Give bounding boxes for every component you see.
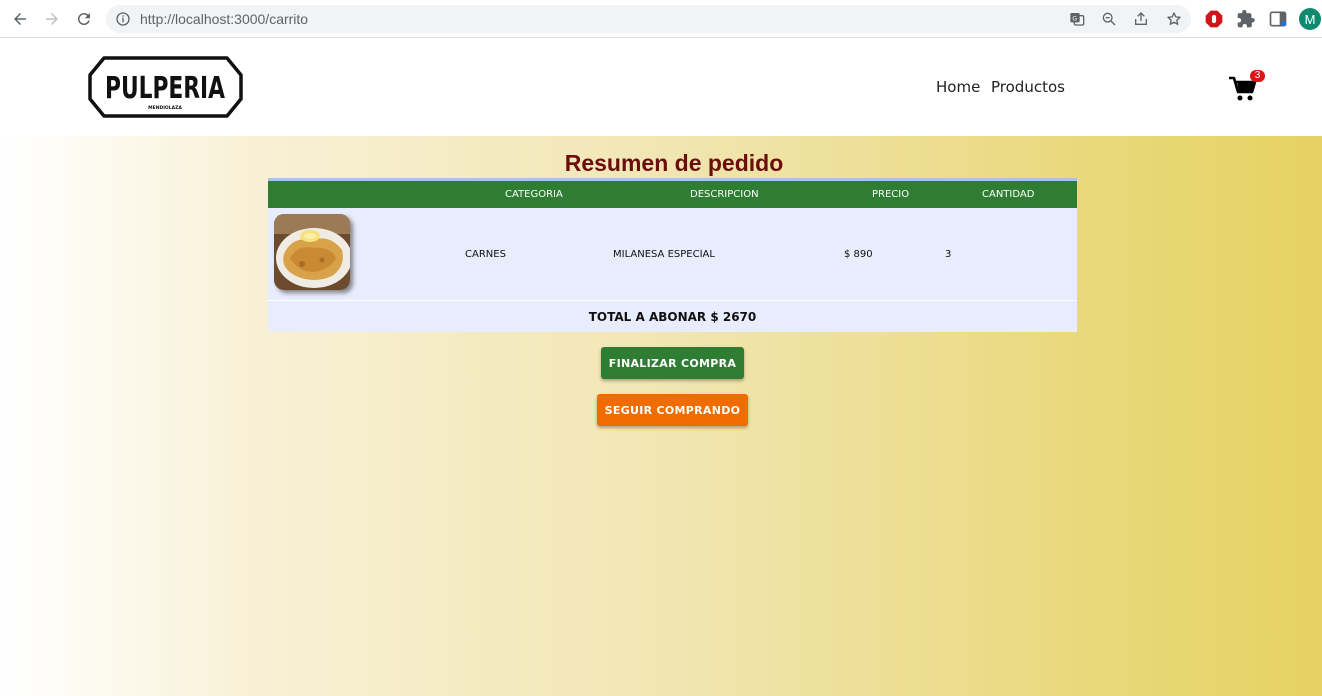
cell-cantidad: 3 bbox=[945, 249, 952, 260]
back-icon[interactable] bbox=[9, 8, 31, 30]
url-text: http://localhost:3000/carrito bbox=[140, 11, 309, 27]
bookmark-star-icon[interactable] bbox=[1166, 11, 1182, 27]
product-image bbox=[274, 214, 350, 290]
svg-text:PULPERIA: PULPERIA bbox=[105, 71, 226, 106]
table-header: CATEGORIA DESCRIPCION PRECIO CANTIDAD bbox=[268, 181, 1077, 208]
pulperia-logo[interactable]: PULPERIA MENDIOLAZA bbox=[88, 54, 243, 120]
forward-icon[interactable] bbox=[41, 8, 63, 30]
seguir-comprando-button[interactable]: SEGUIR COMPRANDO bbox=[597, 394, 748, 426]
share-icon[interactable] bbox=[1133, 11, 1149, 27]
column-header-categoria: CATEGORIA bbox=[505, 189, 563, 200]
profile-avatar[interactable]: M bbox=[1299, 8, 1321, 30]
browser-toolbar: http://localhost:3000/carrito G M bbox=[0, 0, 1322, 38]
table-footer: TOTAL A ABONAR $ 2670 bbox=[268, 301, 1077, 332]
column-header-precio: PRECIO bbox=[872, 189, 910, 200]
svg-text:MENDIOLAZA: MENDIOLAZA bbox=[148, 105, 182, 111]
site-header: PULPERIA MENDIOLAZA Home Productos 3 bbox=[0, 38, 1322, 136]
column-header-cantidad: CANTIDAD bbox=[982, 189, 1035, 200]
cell-precio: $ 890 bbox=[844, 249, 873, 260]
order-summary-section: Resumen de pedido CATEGORIA DESCRIPCION … bbox=[0, 136, 1322, 696]
page-title: Resumen de pedido bbox=[564, 150, 784, 176]
extensions-puzzle-icon[interactable] bbox=[1236, 9, 1256, 29]
column-header-descripcion: DESCRIPCION bbox=[690, 189, 759, 200]
cart-table: CATEGORIA DESCRIPCION PRECIO CANTIDAD CA… bbox=[268, 178, 1077, 332]
side-panel-icon[interactable] bbox=[1268, 9, 1288, 29]
cell-categoria: CARNES bbox=[465, 249, 506, 260]
finalizar-compra-button[interactable]: FINALIZAR COMPRA bbox=[601, 347, 744, 379]
adblock-extension-icon[interactable] bbox=[1204, 9, 1224, 29]
nav-productos[interactable]: Productos bbox=[991, 78, 1065, 96]
cell-descripcion: MILANESA ESPECIAL bbox=[613, 249, 715, 260]
table-row: CARNES MILANESA ESPECIAL $ 890 3 bbox=[268, 208, 1077, 301]
reload-icon[interactable] bbox=[73, 8, 95, 30]
total-amount: TOTAL A ABONAR $ 2670 bbox=[588, 310, 757, 324]
nav-home[interactable]: Home bbox=[936, 78, 980, 96]
svg-text:G: G bbox=[1072, 15, 1077, 22]
zoom-icon[interactable] bbox=[1101, 11, 1117, 27]
address-bar[interactable]: http://localhost:3000/carrito G bbox=[106, 5, 1191, 33]
cart-count-badge: 3 bbox=[1250, 70, 1265, 82]
info-icon[interactable] bbox=[115, 11, 131, 27]
translate-icon[interactable]: G bbox=[1069, 11, 1085, 27]
